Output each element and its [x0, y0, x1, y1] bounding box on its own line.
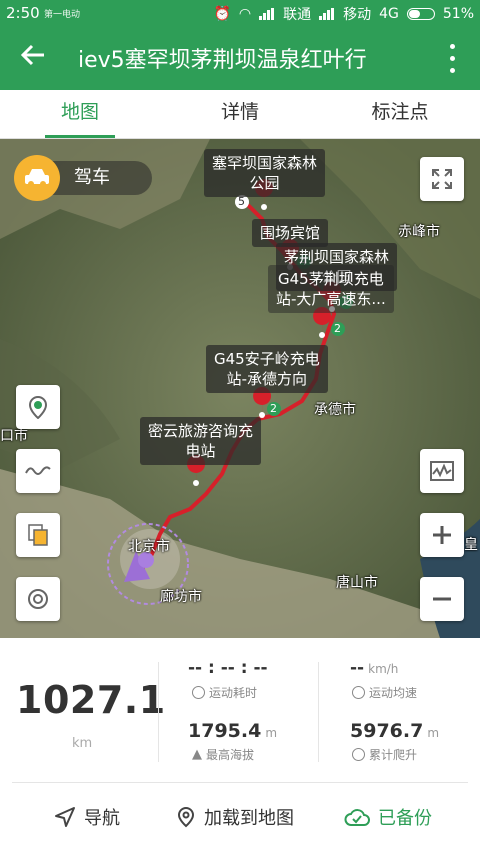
- speed-value: -- km/h: [350, 658, 398, 678]
- status-network: 4G: [379, 6, 399, 22]
- total-distance: 1027.1: [16, 678, 166, 722]
- distance-unit: km: [72, 736, 93, 751]
- climb-label-text: 累计爬升: [369, 748, 418, 762]
- drive-mode-toggle[interactable]: 驾车: [14, 155, 154, 201]
- poi-label[interactable]: G45安子岭充电 站-承德方向: [206, 345, 328, 393]
- load-to-map-label: 加载到地图: [204, 808, 294, 829]
- city-label: 承德市: [314, 402, 356, 418]
- tab-markers[interactable]: 标注点: [320, 90, 480, 136]
- map-pin-icon: [177, 806, 195, 828]
- climb-label: 累计爬升: [352, 746, 417, 763]
- tab-map[interactable]: 地图: [0, 90, 160, 138]
- status-carrier2: 移动: [343, 7, 372, 23]
- speed-number: --: [350, 658, 365, 678]
- altitude-value: 1795.4 m: [188, 720, 277, 742]
- car-icon: [14, 155, 60, 201]
- altitude-label-text: 最高海拔: [206, 748, 255, 762]
- status-bar: 2:50 第一电动 ⏰ ◠ 联通 移动 4G 51%: [0, 0, 480, 26]
- speed-unit: km/h: [368, 662, 399, 676]
- city-label: 廊坊市: [160, 589, 202, 605]
- status-carrier1: 联通: [283, 7, 312, 23]
- poi-label[interactable]: G45茅荆坝充电 站-大广高速东...: [268, 265, 394, 313]
- clock-icon: [192, 686, 205, 699]
- compass-icon[interactable]: [16, 577, 60, 621]
- arrow-left-icon[interactable]: [18, 40, 52, 74]
- battery-fill: [408, 10, 420, 18]
- more-vertical-icon[interactable]: [442, 40, 462, 76]
- speed-label-text: 运动均速: [369, 686, 418, 700]
- track-line-icon[interactable]: [16, 449, 60, 493]
- battery-icon: [406, 8, 435, 20]
- climb-number: 5976.7: [350, 720, 424, 742]
- city-label: 唐山市: [336, 575, 378, 591]
- navigate-button[interactable]: 导航: [54, 804, 120, 830]
- divider: [12, 782, 468, 783]
- status-carrier-small: 第一电动: [44, 10, 81, 20]
- elevation-chart-icon[interactable]: [420, 449, 464, 493]
- status-time: 2:50: [6, 4, 40, 22]
- climb-icon: [352, 748, 365, 761]
- status-right-group: ⏰ ◠ 联通 移动 4G 51%: [213, 4, 474, 24]
- status-battery: 51%: [442, 6, 474, 22]
- altitude-number: 1795.4: [188, 720, 262, 742]
- poi-label[interactable]: 密云旅游咨询充 电站: [140, 417, 262, 465]
- backed-up-button[interactable]: 已备份: [344, 804, 432, 830]
- tab-bar: 地图 详情 标注点: [0, 90, 480, 139]
- speed-icon: [352, 686, 365, 699]
- zoom-out-icon[interactable]: [420, 577, 464, 621]
- drive-mode-label: 驾车: [48, 161, 152, 195]
- city-label: 赤峰市: [398, 224, 440, 240]
- marker-badge: 2: [334, 322, 341, 335]
- duration-value: -- : -- : --: [188, 658, 268, 678]
- page-title: iev5塞罕坝茅荆坝温泉红叶行: [78, 48, 367, 73]
- divider: [158, 662, 159, 762]
- navigate-label: 导航: [84, 808, 120, 829]
- climb-unit: m: [427, 726, 440, 740]
- load-to-map-button[interactable]: 加载到地图: [176, 804, 294, 830]
- city-label: 皇: [464, 537, 478, 553]
- map-layers-icon[interactable]: [16, 513, 60, 557]
- speed-label: 运动均速: [352, 684, 417, 701]
- app-bar: iev5塞罕坝茅荆坝温泉红叶行: [0, 26, 480, 90]
- city-label: 北京市: [128, 539, 170, 555]
- altitude-label: ▲ 最高海拔: [192, 746, 254, 763]
- signal-icon: [259, 8, 275, 20]
- poi-label[interactable]: 塞罕坝国家森林 公园: [204, 149, 326, 197]
- cloud-check-icon: [344, 809, 370, 826]
- alarm-icon: ⏰: [213, 6, 231, 22]
- stats-panel: 1027.1 km -- : -- : -- 运动耗时 -- km/h 运动均速 …: [0, 638, 480, 784]
- bottom-action-bar: 导航 加载到地图 已备份: [0, 784, 480, 854]
- navigation-arrow-icon: [55, 807, 75, 827]
- location-marker-icon[interactable]: [16, 385, 60, 429]
- tab-details[interactable]: 详情: [160, 90, 320, 136]
- mountain-icon: ▲: [192, 747, 202, 762]
- zoom-in-icon[interactable]: [420, 513, 464, 557]
- divider: [318, 662, 319, 762]
- wifi-icon: ◠: [238, 6, 252, 22]
- signal-icon-2: [319, 8, 335, 20]
- altitude-unit: m: [265, 726, 278, 740]
- duration-label: 运动耗时: [192, 684, 257, 701]
- backed-up-label: 已备份: [378, 808, 432, 829]
- duration-label-text: 运动耗时: [209, 686, 258, 700]
- marker-badge: 2: [270, 402, 277, 415]
- climb-value: 5976.7 m: [350, 720, 439, 742]
- map-view[interactable]: 5 4 2 2 2 赤峰市 承德市 北京市 唐山市 廊坊市 口市 皇 塞罕坝国家…: [0, 139, 480, 638]
- fullscreen-icon[interactable]: [420, 157, 464, 201]
